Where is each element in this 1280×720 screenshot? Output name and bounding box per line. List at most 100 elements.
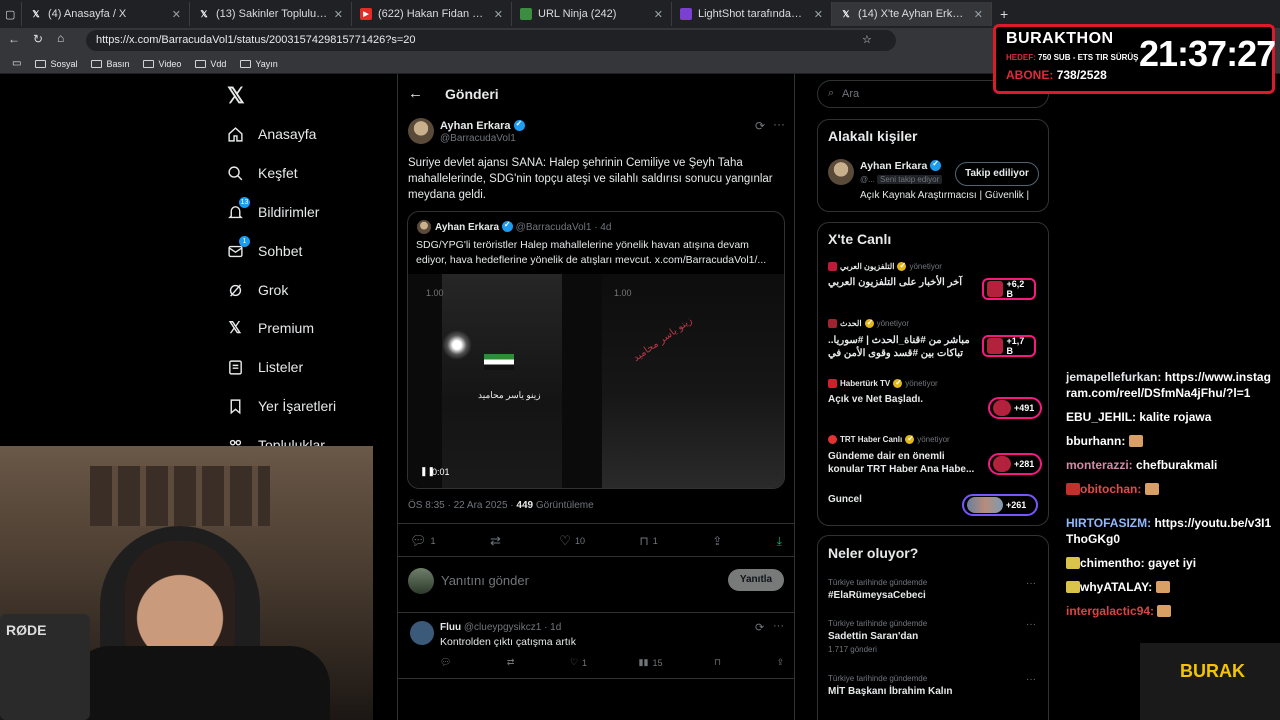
new-tab-button[interactable]: + <box>992 2 1016 26</box>
post-text: Suriye devlet ajansı SANA: Halep şehrini… <box>408 157 773 201</box>
reply-avatar[interactable] <box>410 621 434 645</box>
related-name-line[interactable]: Ayhan Erkara <box>860 159 942 172</box>
chat-message: jemapellefurkan: https://www.instagram.c… <box>1066 370 1271 400</box>
tab-actions-icon[interactable]: ▢ <box>0 2 22 26</box>
nav-notifications[interactable]: 13 Bildirimler <box>226 197 319 227</box>
live-item-2[interactable]: الحدثyönetiyor مباشر من #قناة_الحدث | #س… <box>828 318 1040 360</box>
close-icon[interactable]: ✕ <box>654 8 663 21</box>
related-avatar[interactable] <box>828 159 854 185</box>
bookmark-app-icon[interactable]: ▭ <box>12 58 21 69</box>
live-count-badge: +281 <box>988 453 1042 475</box>
avatar[interactable] <box>408 118 434 144</box>
close-icon[interactable]: ✕ <box>974 8 983 21</box>
x-logo-icon[interactable]: 𝕏 <box>227 83 245 109</box>
url-input[interactable]: https://x.com/BarracudaVol1/status/20031… <box>86 30 896 51</box>
bookmark-button[interactable]: ⊓ 1 <box>639 533 657 549</box>
host-logo-icon <box>828 379 837 388</box>
bookmark-sosyal[interactable]: Sosyal <box>35 59 77 69</box>
notification-badge: 13 <box>239 197 250 208</box>
grok-icon[interactable]: ⟳ <box>755 119 765 133</box>
more-icon[interactable]: ··· <box>1026 674 1036 685</box>
nav-grok[interactable]: Grok <box>226 275 288 305</box>
trend-item-3[interactable]: Türkiye tarihinde gündemde MİT Başkanı İ… <box>828 674 1040 697</box>
live-item-3[interactable]: Habertürk TVyönetiyor Açık ve Net Başlad… <box>828 378 1042 419</box>
more-icon[interactable]: ··· <box>1026 619 1036 630</box>
star-icon[interactable]: ☆ <box>862 33 872 46</box>
close-icon[interactable]: ✕ <box>494 8 503 21</box>
bookmark-basin[interactable]: Basın <box>91 59 129 69</box>
following-button[interactable]: Takip ediliyor <box>955 162 1039 186</box>
emote-icon <box>1157 605 1172 617</box>
more-icon[interactable]: ··· <box>773 620 784 632</box>
post-meta: ÖS 8:35 · 22 Ara 2025 · 449 Görüntüleme <box>408 500 594 511</box>
share-button[interactable]: ⇪ <box>712 533 722 549</box>
reply-input[interactable]: Yanıtını gönder <box>441 573 529 588</box>
repost-icon: ⇄ <box>489 533 501 548</box>
repost-button[interactable]: ⇄ <box>490 533 505 549</box>
bookmark-video[interactable]: Video <box>143 59 181 69</box>
nav-bookmarks[interactable]: Yer İşaretleri <box>226 391 336 421</box>
nav-home[interactable]: Anasayfa <box>226 119 316 149</box>
bookmark-vdd[interactable]: Vdd <box>195 59 226 69</box>
close-icon[interactable]: ✕ <box>334 8 343 21</box>
badge-icon <box>1066 581 1080 593</box>
gold-badge-icon <box>905 434 915 444</box>
trend-item-1[interactable]: Türkiye tarihinde gündemde #ElaRümeysaCe… <box>828 578 1040 601</box>
tab-5[interactable]: LightShot tarafından Ekran Görünt✕ <box>672 2 832 26</box>
lightshot-logo-icon <box>680 8 692 20</box>
quoted-author-line: Ayhan Erkara @BarracudaVol1 · 4d <box>435 220 611 233</box>
stream-overlay-banner: BURAKTHON HEDEF: 750 SUB - ETS TIR SÜRÜŞ… <box>993 24 1276 94</box>
back-icon[interactable]: ← <box>8 32 20 46</box>
more-icon[interactable]: ··· <box>773 117 785 131</box>
grok-icon <box>226 281 244 299</box>
live-thumbnail <box>993 400 1011 416</box>
live-item-5[interactable]: Guncel +261 <box>828 494 1040 516</box>
grok-icon[interactable]: ⟳ <box>755 621 764 634</box>
reply-reply-button[interactable]: 💬︎ <box>440 657 455 668</box>
search-input[interactable]: Ara <box>842 88 859 100</box>
like-button[interactable]: ♡ 10 <box>559 533 585 549</box>
x-logo-icon: 𝕏 <box>32 8 40 19</box>
reply-repost-button[interactable]: ⇄ <box>507 657 519 668</box>
reply-bookmark-button[interactable]: ⊓ <box>714 657 725 668</box>
live-count-badge: +261 <box>962 494 1038 516</box>
overlay-number-left: 1.00 <box>426 288 444 298</box>
more-icon[interactable]: ··· <box>1026 578 1036 589</box>
reload-icon[interactable]: ↻ <box>33 32 43 46</box>
reply-like-button[interactable]: ♡ 1 <box>570 657 587 668</box>
reply-button[interactable]: 💬︎ 1 <box>410 533 436 549</box>
close-icon[interactable]: ✕ <box>814 8 823 21</box>
divider <box>398 612 794 613</box>
quoted-video[interactable]: زينو ياسر محاميد زينو ياسر محاميد 1.00 1… <box>408 274 784 488</box>
back-arrow-icon[interactable]: ← <box>408 85 423 102</box>
author-line[interactable]: Ayhan Erkara <box>440 119 525 132</box>
tab-2[interactable]: 𝕏 (13) Sakinler Topluluk / X ✕ <box>190 2 352 26</box>
streamer-badge: BURAK <box>1180 661 1245 681</box>
folder-icon <box>91 59 103 68</box>
live-item-4[interactable]: TRT Haber Canlıyönetiyor Gündeme dair en… <box>828 434 1042 476</box>
download-button[interactable]: ⤓ <box>777 533 782 549</box>
home-button-icon[interactable]: ⌂ <box>57 31 64 45</box>
light-glare <box>442 330 472 360</box>
share-icon: ⇪ <box>712 534 723 548</box>
reply-views-button[interactable]: ▮▮ 15 <box>639 657 663 668</box>
tab-3[interactable]: ▶(622) Hakan Fidan daha önce Şam✕ <box>352 2 512 26</box>
reply-share-button[interactable]: ⇪ <box>776 657 784 668</box>
tab-1[interactable]: 𝕏 (4) Anasayfa / X ✕ <box>22 2 190 26</box>
overlay-subs: ABONE: 738/2528 <box>1006 68 1107 82</box>
nav-premium[interactable]: 𝕏 Premium <box>226 313 314 343</box>
nav-explore[interactable]: Keşfet <box>226 158 298 188</box>
nav-chat[interactable]: 1 Sohbet <box>226 236 302 266</box>
chat-message: chimentho: gayet iyi <box>1066 555 1274 571</box>
verified-badge-icon <box>930 159 942 171</box>
nav-lists[interactable]: Listeler <box>226 352 303 382</box>
related-title: Alakalı kişiler <box>828 128 918 144</box>
live-item-1[interactable]: التلفزيون العربيyönetiyor آخر الأخبار عل… <box>828 261 1040 300</box>
tab-4[interactable]: URL Ninja (242) ✕ <box>512 2 672 26</box>
reply-button-submit[interactable]: Yanıtla <box>728 569 784 591</box>
author-handle[interactable]: @BarracudaVol1 <box>440 133 516 144</box>
trend-item-2[interactable]: Türkiye tarihinde gündemde Sadettin Sara… <box>828 619 1040 654</box>
tab-6-active[interactable]: 𝕏(14) X'te Ayhan Erkara: "Suriye dev✕ <box>832 2 992 26</box>
close-icon[interactable]: ✕ <box>172 8 181 21</box>
bookmark-yayin[interactable]: Yayın <box>240 59 278 69</box>
